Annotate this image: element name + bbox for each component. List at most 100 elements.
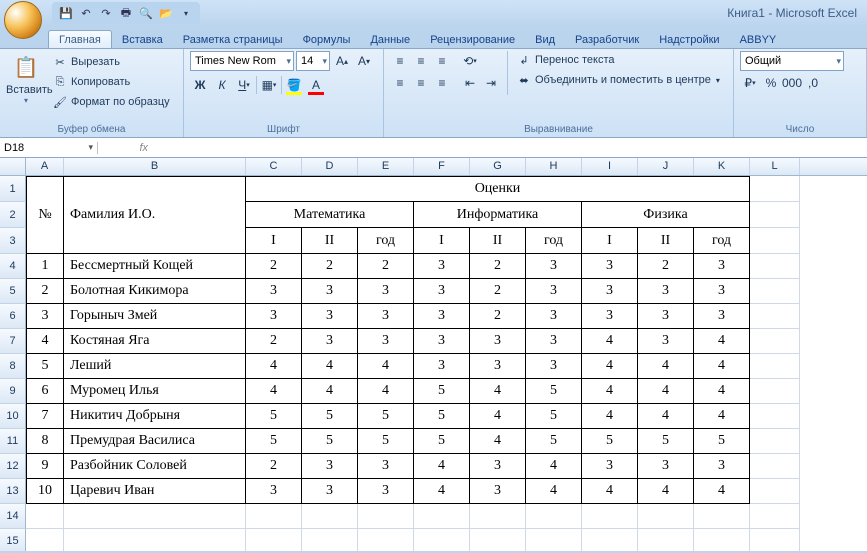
cell-grade[interactable]: 5: [582, 429, 638, 454]
cell-grade[interactable]: 3: [694, 304, 750, 329]
cell-grade[interactable]: 3: [582, 304, 638, 329]
cell-grade[interactable]: 3: [358, 279, 414, 304]
select-all-corner[interactable]: [0, 158, 26, 175]
cell-grade[interactable]: 4: [694, 354, 750, 379]
tab-addins[interactable]: Надстройки: [649, 31, 729, 48]
cell-grade[interactable]: 3: [358, 454, 414, 479]
fill-color-button[interactable]: 🪣: [284, 75, 304, 95]
cell[interactable]: [750, 228, 800, 254]
align-bottom-button[interactable]: ≡: [432, 51, 452, 71]
header-sub[interactable]: II: [638, 228, 694, 254]
cell-name[interactable]: Горыныч Змей: [64, 304, 246, 329]
header-sub[interactable]: II: [470, 228, 526, 254]
row-header[interactable]: 15: [0, 529, 26, 551]
cell-grade[interactable]: 2: [358, 254, 414, 279]
cell-grade[interactable]: 2: [302, 254, 358, 279]
row-header[interactable]: 4: [0, 254, 26, 279]
header-math[interactable]: Математика: [246, 202, 414, 228]
cell-num[interactable]: 8: [26, 429, 64, 454]
column-header[interactable]: J: [638, 158, 694, 175]
cell[interactable]: [638, 504, 694, 529]
cell[interactable]: [414, 504, 470, 529]
cell-name[interactable]: Бессмертный Кощей: [64, 254, 246, 279]
format-painter-button[interactable]: 🖌Формат по образцу: [50, 93, 172, 111]
cell-grade[interactable]: 4: [638, 379, 694, 404]
cell-grade[interactable]: 3: [414, 354, 470, 379]
cut-button[interactable]: ✂Вырезать: [50, 53, 172, 71]
cell-grade[interactable]: 4: [470, 404, 526, 429]
percent-button[interactable]: %: [761, 73, 781, 93]
tab-review[interactable]: Рецензирование: [420, 31, 525, 48]
cell[interactable]: [750, 354, 800, 379]
cell-grade[interactable]: 3: [638, 454, 694, 479]
header-inf[interactable]: Информатика: [414, 202, 582, 228]
tab-insert[interactable]: Вставка: [112, 31, 173, 48]
header-sub[interactable]: I: [414, 228, 470, 254]
cell-grade[interactable]: 4: [638, 479, 694, 504]
qat-more-icon[interactable]: ▾: [178, 5, 194, 21]
column-header[interactable]: H: [526, 158, 582, 175]
cell-grade[interactable]: 2: [638, 254, 694, 279]
cell[interactable]: [414, 529, 470, 551]
cell-grade[interactable]: 4: [638, 404, 694, 429]
merge-center-button[interactable]: ⬌Объединить и поместить в центре▾: [514, 71, 722, 89]
cell-num[interactable]: 3: [26, 304, 64, 329]
cell-grade[interactable]: 3: [246, 304, 302, 329]
cell-grade[interactable]: 5: [414, 429, 470, 454]
cell-grade[interactable]: 5: [414, 404, 470, 429]
column-header[interactable]: G: [470, 158, 526, 175]
cell[interactable]: [750, 404, 800, 429]
cell[interactable]: [302, 529, 358, 551]
cell-grade[interactable]: 4: [526, 454, 582, 479]
header-sub[interactable]: II: [302, 228, 358, 254]
cell-grade[interactable]: 3: [302, 454, 358, 479]
cell-name[interactable]: Разбойник Соловей: [64, 454, 246, 479]
cell-name[interactable]: Муромец Илья: [64, 379, 246, 404]
cell[interactable]: [750, 304, 800, 329]
number-format-select[interactable]: Общий: [740, 51, 844, 71]
cell[interactable]: [582, 529, 638, 551]
row-header[interactable]: 7: [0, 329, 26, 354]
cell-grade[interactable]: 3: [246, 279, 302, 304]
align-left-button[interactable]: ≡: [390, 73, 410, 93]
cell[interactable]: [750, 504, 800, 529]
cell-grade[interactable]: 5: [694, 429, 750, 454]
cell[interactable]: [526, 529, 582, 551]
cell-name[interactable]: Царевич Иван: [64, 479, 246, 504]
cell-grade[interactable]: 5: [358, 404, 414, 429]
header-sub[interactable]: год: [526, 228, 582, 254]
cell-grade[interactable]: 4: [358, 379, 414, 404]
font-name-select[interactable]: Times New Rom: [190, 51, 294, 71]
cell-grade[interactable]: 5: [526, 404, 582, 429]
tab-view[interactable]: Вид: [525, 31, 565, 48]
cell-name[interactable]: Болотная Кикимора: [64, 279, 246, 304]
cell-grade[interactable]: 4: [470, 379, 526, 404]
cell-grade[interactable]: 4: [526, 479, 582, 504]
cell-grade[interactable]: 3: [526, 304, 582, 329]
cell-name[interactable]: Леший: [64, 354, 246, 379]
cell-grade[interactable]: 3: [414, 329, 470, 354]
preview-icon[interactable]: 🔍: [138, 5, 154, 21]
tab-data[interactable]: Данные: [360, 31, 420, 48]
cell-grade[interactable]: 4: [358, 354, 414, 379]
borders-button[interactable]: ▦▾: [259, 75, 279, 95]
column-header[interactable]: L: [750, 158, 800, 175]
cell-grade[interactable]: 2: [246, 254, 302, 279]
cell[interactable]: [470, 529, 526, 551]
cell[interactable]: [750, 379, 800, 404]
column-header[interactable]: B: [64, 158, 246, 175]
cell-grade[interactable]: 5: [302, 404, 358, 429]
cell-grade[interactable]: 3: [582, 454, 638, 479]
cell-grade[interactable]: 4: [694, 479, 750, 504]
paste-button[interactable]: 📋 Вставить ▾: [6, 51, 46, 105]
cell-num[interactable]: 10: [26, 479, 64, 504]
cell-grade[interactable]: 3: [694, 254, 750, 279]
cell-grade[interactable]: 3: [694, 454, 750, 479]
row-header[interactable]: 10: [0, 404, 26, 429]
cell[interactable]: [64, 529, 246, 551]
cell-grade[interactable]: 4: [638, 354, 694, 379]
redo-icon[interactable]: ↷: [98, 5, 114, 21]
cell-grade[interactable]: 3: [302, 279, 358, 304]
column-header[interactable]: F: [414, 158, 470, 175]
row-header[interactable]: 1: [0, 176, 26, 202]
